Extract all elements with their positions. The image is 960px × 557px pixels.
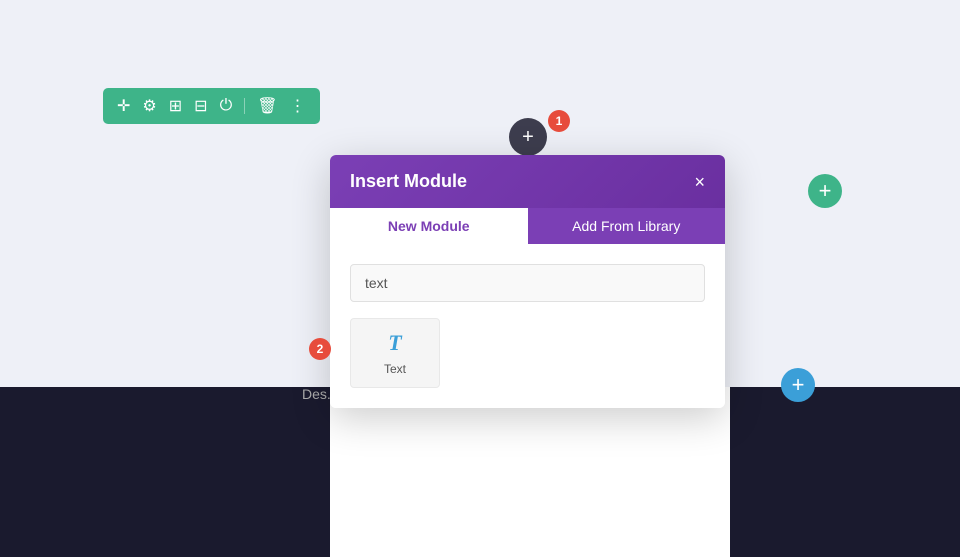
modal-tabs: New Module Add From Library xyxy=(330,208,725,244)
tab-add-from-library[interactable]: Add From Library xyxy=(528,208,726,244)
trash-icon[interactable]: 🗑 xyxy=(257,96,277,116)
grid-icon[interactable]: ⊟ xyxy=(194,96,207,116)
insert-module-button[interactable]: + xyxy=(509,118,547,156)
modal-header: Insert Module × xyxy=(330,155,725,208)
layout-icon[interactable]: ⊞ xyxy=(169,96,182,116)
add-bottom-button[interactable]: + xyxy=(781,368,815,402)
settings-icon[interactable]: ⚙ xyxy=(142,96,156,116)
background-dark-right xyxy=(730,387,960,557)
module-grid: T Text xyxy=(350,318,705,388)
power-icon[interactable]: ⏻ xyxy=(220,97,233,115)
module-toolbar: ✛ ⚙ ⊞ ⊟ ⏻ 🗑 ⋮ xyxy=(103,88,320,124)
text-module-label: Text xyxy=(384,362,406,376)
background-dark-left xyxy=(0,387,330,557)
text-module-icon: T xyxy=(388,330,401,356)
toolbar-divider xyxy=(244,98,245,114)
add-right-button[interactable]: + xyxy=(808,174,842,208)
tab-new-module[interactable]: New Module xyxy=(330,208,528,244)
insert-module-modal: Insert Module × New Module Add From Libr… xyxy=(330,155,725,408)
modal-title: Insert Module xyxy=(350,171,467,192)
modal-body: T Text xyxy=(330,244,725,408)
background-white-center xyxy=(330,387,730,557)
more-icon[interactable]: ⋮ xyxy=(290,96,306,116)
badge-1: 1 xyxy=(548,110,570,132)
module-search-input[interactable] xyxy=(350,264,705,302)
module-item-text[interactable]: T Text xyxy=(350,318,440,388)
badge-2: 2 xyxy=(309,338,331,360)
move-icon[interactable]: ✛ xyxy=(117,96,130,116)
modal-close-button[interactable]: × xyxy=(694,173,705,191)
